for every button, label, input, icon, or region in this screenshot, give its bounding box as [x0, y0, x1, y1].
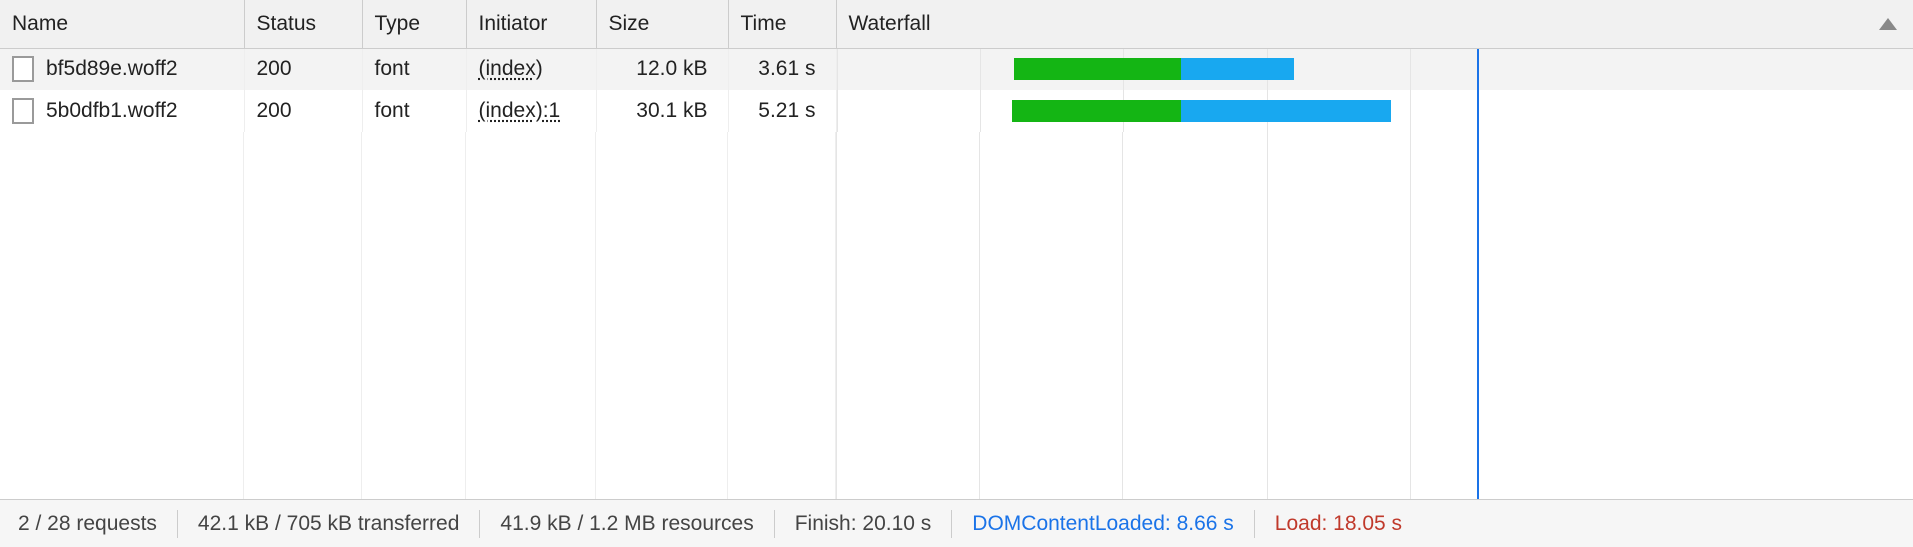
- waterfall-gridline: [980, 90, 981, 132]
- waterfall-gridline: [980, 49, 981, 91]
- status-separator: [774, 510, 775, 538]
- col-header-waterfall-label: Waterfall: [849, 12, 931, 35]
- table-header-row: Name Status Type Initiator Size Time Wat…: [0, 0, 1913, 48]
- col-header-type[interactable]: Type: [362, 0, 466, 48]
- status-separator: [951, 510, 952, 538]
- file-name: 5b0dfb1.woff2: [46, 99, 178, 123]
- file-name: bf5d89e.woff2: [46, 57, 178, 81]
- waterfall-gridline: [979, 132, 980, 499]
- waterfall-time-marker: [1477, 48, 1479, 90]
- table-body-filler: [0, 132, 1913, 499]
- status-transferred: 42.1 kB / 705 kB transferred: [198, 512, 459, 536]
- waterfall-track: [837, 49, 1913, 91]
- waterfall-gridline: [1410, 90, 1411, 132]
- waterfall-segment-download: [1181, 58, 1294, 80]
- status-resources: 41.9 kB / 1.2 MB resources: [500, 512, 753, 536]
- status-load: Load: 18.05 s: [1275, 512, 1402, 536]
- cell-status: 200: [244, 48, 362, 90]
- cell-status: 200: [244, 90, 362, 132]
- table-row[interactable]: bf5d89e.woff2 200font (index) 12.0 kB3.61 s: [0, 48, 1913, 90]
- cell-time: 5.21 s: [728, 90, 836, 132]
- waterfall-gridline: [837, 49, 838, 91]
- cell-time: 3.61 s: [728, 48, 836, 90]
- waterfall-gridline: [1122, 132, 1123, 499]
- col-header-name[interactable]: Name: [0, 0, 244, 48]
- cell-initiator: (index):1: [466, 90, 596, 132]
- cell-type: font: [362, 48, 466, 90]
- waterfall-gridline: [837, 90, 838, 132]
- cell-name: 5b0dfb1.woff2: [0, 90, 244, 132]
- waterfall-time-marker: [1477, 90, 1479, 132]
- cell-size: 30.1 kB: [596, 90, 728, 132]
- waterfall-gridline: [1410, 49, 1411, 91]
- status-finish: Finish: 20.10 s: [795, 512, 932, 536]
- file-icon: [12, 98, 34, 124]
- cell-name: bf5d89e.woff2: [0, 48, 244, 90]
- waterfall-bar[interactable]: [1012, 100, 1391, 122]
- table-row[interactable]: 5b0dfb1.woff2 200font (index):1 30.1 kB5.21…: [0, 90, 1913, 132]
- file-icon: [12, 56, 34, 82]
- initiator-link[interactable]: (index):1: [479, 99, 561, 122]
- cell-initiator: (index): [466, 48, 596, 90]
- status-bar: 2 / 28 requests 42.1 kB / 705 kB transfe…: [0, 499, 1913, 547]
- cell-size: 12.0 kB: [596, 48, 728, 90]
- waterfall-segment-waiting: [1012, 100, 1181, 122]
- cell-waterfall: [836, 48, 1913, 90]
- waterfall-time-marker: [1477, 132, 1479, 499]
- col-header-size[interactable]: Size: [596, 0, 728, 48]
- status-separator: [1254, 510, 1255, 538]
- network-table: Name Status Type Initiator Size Time Wat…: [0, 0, 1913, 499]
- status-separator: [177, 510, 178, 538]
- col-header-initiator[interactable]: Initiator: [466, 0, 596, 48]
- initiator-link[interactable]: (index): [479, 57, 543, 80]
- status-domcontentloaded: DOMContentLoaded: 8.66 s: [972, 512, 1234, 536]
- cell-waterfall: [836, 90, 1913, 132]
- waterfall-bar[interactable]: [1014, 58, 1294, 80]
- status-separator: [479, 510, 480, 538]
- col-header-waterfall[interactable]: Waterfall: [836, 0, 1913, 48]
- sort-ascending-icon: [1879, 18, 1897, 30]
- waterfall-segment-download: [1181, 100, 1391, 122]
- col-header-status[interactable]: Status: [244, 0, 362, 48]
- col-header-time[interactable]: Time: [728, 0, 836, 48]
- cell-type: font: [362, 90, 466, 132]
- waterfall-gridline: [836, 132, 837, 499]
- waterfall-segment-waiting: [1014, 58, 1181, 80]
- status-requests: 2 / 28 requests: [18, 512, 157, 536]
- waterfall-track: [837, 90, 1913, 132]
- waterfall-gridline: [1267, 132, 1268, 499]
- waterfall-gridline: [1410, 132, 1411, 499]
